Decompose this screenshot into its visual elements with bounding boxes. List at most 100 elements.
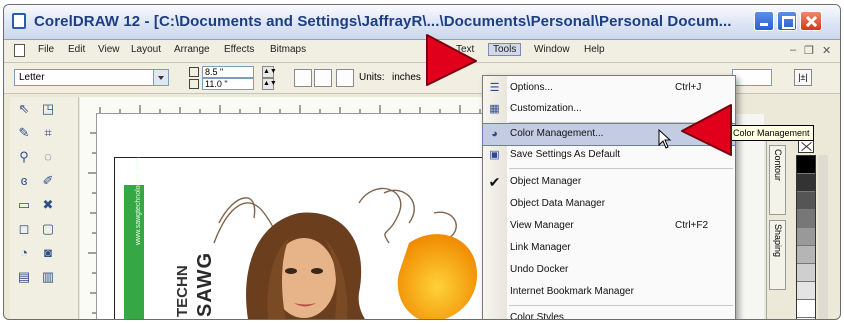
menu-item-options-label: Options... (510, 82, 553, 93)
menu-item-undo-docker[interactable]: Undo Docker (483, 260, 735, 281)
coreldraw-window: CorelDRAW 12 - [C:\Documents and Setting… (3, 4, 841, 320)
swatch-gray-70[interactable] (797, 192, 815, 210)
menu-edit[interactable]: Edit (68, 44, 85, 55)
page-width-icon (189, 67, 199, 77)
docker-tab-shaping[interactable]: Shaping (769, 220, 786, 290)
toolbox: ⇖ ◳ ✎ ⌗ ⚲ ◌ ɞ ✐ ▭ ✖ ◻ ▢ ◔ ◙ ▤ ▥ (10, 97, 79, 319)
menu-item-object-data-manager[interactable]: Object Data Manager (483, 194, 735, 215)
freehand-tool-icon[interactable]: ✎ (16, 125, 32, 141)
swatch-white[interactable] (797, 300, 815, 318)
menu-item-object-manager[interactable]: ✔ Object Manager (483, 172, 735, 193)
menu-arrange[interactable]: Arrange (174, 44, 210, 55)
red-arrow-pointing-color-management-icon (681, 104, 732, 156)
swatch-gray-10[interactable] (797, 282, 815, 300)
shape-tool-icon[interactable]: ◳ (40, 101, 56, 117)
menu-file[interactable]: File (38, 44, 54, 55)
swatch-gray-40[interactable] (797, 228, 815, 246)
interactive-tool-icon[interactable]: ◙ (40, 245, 56, 261)
coreldraw-app-icon[interactable] (12, 13, 26, 29)
menu-item-object-manager-label: Object Manager (510, 176, 582, 187)
menu-tools[interactable]: Tools (487, 43, 522, 56)
save-settings-icon: ▣ (489, 149, 500, 161)
swatch-gray-50[interactable] (797, 210, 815, 228)
document-minimize-icon[interactable]: – (790, 44, 796, 56)
menu-item-object-data-manager-label: Object Data Manager (510, 198, 606, 209)
menu-help[interactable]: Help (584, 44, 605, 55)
swatch-gray-90[interactable] (797, 174, 815, 192)
text-tool-icon[interactable]: ◔ (16, 245, 32, 261)
portrait-button[interactable] (294, 69, 312, 87)
menu-layout[interactable]: Layout (131, 44, 161, 55)
artistic-media-icon[interactable]: ✐ (40, 173, 56, 189)
page-width-field[interactable]: 8.5 " (202, 66, 254, 78)
chevron-down-icon[interactable] (153, 70, 168, 85)
menu-item-undo-docker-label: Undo Docker (510, 264, 569, 275)
units-label: Units: (359, 72, 385, 83)
rectangle-tool-icon[interactable]: ▭ (16, 197, 32, 213)
landscape-button[interactable] (314, 69, 332, 87)
maximize-button[interactable] (777, 11, 797, 31)
pick-tool-icon[interactable]: ⇖ (16, 101, 32, 117)
minimize-button[interactable] (754, 11, 774, 31)
artwork-photo[interactable] (209, 183, 479, 320)
height-spinner[interactable]: ▲▼ (262, 78, 277, 90)
swatch-gray-30[interactable] (797, 246, 815, 264)
curve-tool-icon[interactable]: ɞ (16, 173, 32, 189)
basic-shapes-icon[interactable]: ▢ (40, 221, 56, 237)
artwork-brand-subtitle: TECHN (174, 265, 191, 317)
menu-view[interactable]: View (98, 44, 120, 55)
nudge-field[interactable] (732, 69, 772, 86)
window-title: CorelDRAW 12 - [C:\Documents and Setting… (34, 13, 732, 30)
outline-tool-icon[interactable]: ▥ (40, 269, 56, 285)
paper-size-dropdown[interactable]: Letter (14, 69, 169, 86)
menu-item-internet-bookmark-label: Internet Bookmark Manager (510, 286, 634, 297)
menu-item-view-manager-label: View Manager (510, 220, 574, 231)
mouse-pointer-icon (658, 129, 672, 149)
document-icon[interactable] (14, 44, 25, 57)
menu-effects[interactable]: Effects (224, 44, 254, 55)
zoom-tool-icon[interactable]: ⚲ (16, 149, 32, 165)
menu-bitmaps[interactable]: Bitmaps (270, 44, 306, 55)
menu-item-save-settings-label: Save Settings As Default (510, 149, 621, 160)
document-restore-icon[interactable]: ❐ (804, 44, 814, 57)
menu-item-color-styles[interactable]: Color Styles (483, 308, 735, 319)
docker-tab-shaping-label: Shaping (773, 224, 783, 258)
horizontal-ruler[interactable] (80, 97, 500, 114)
menu-item-link-manager[interactable]: Link Manager (483, 238, 735, 259)
menu-window[interactable]: Window (534, 44, 570, 55)
menu-item-options[interactable]: ☰ Options... Ctrl+J (483, 78, 735, 99)
docker-tab-contour[interactable]: Contour (769, 145, 786, 215)
page-settings-button[interactable] (336, 69, 354, 87)
eyedropper-tool-icon[interactable]: ▤ (16, 269, 32, 285)
paper-size-value: Letter (19, 72, 45, 83)
menu-item-customization-label: Customization... (510, 103, 582, 114)
document-close-icon[interactable]: ✕ (822, 44, 831, 57)
crop-tool-icon[interactable]: ⌗ (40, 125, 56, 141)
swatch-black[interactable] (797, 156, 815, 174)
red-arrow-pointing-tools-icon (426, 34, 477, 86)
page-height-field[interactable]: 11.0 " (202, 78, 254, 90)
menu-item-internet-bookmark-manager[interactable]: Internet Bookmark Manager (483, 282, 735, 303)
menu-item-options-shortcut: Ctrl+J (675, 82, 702, 93)
artwork-vertical-url: www.sawgtechnologies.com (135, 157, 142, 245)
palette-scrollbar[interactable] (818, 155, 828, 319)
options-icon: ☰ (489, 82, 500, 94)
menu-separator (509, 168, 733, 169)
width-spinner[interactable]: ▲▼ (262, 66, 277, 78)
close-button[interactable] (800, 11, 822, 31)
swatch-gray-20[interactable] (797, 264, 815, 282)
menu-item-color-management-label: Color Management... (510, 128, 604, 139)
menu-item-link-manager-label: Link Manager (510, 242, 571, 253)
units-dropdown[interactable]: inches (392, 72, 421, 83)
smart-fill-icon[interactable]: ◌ (40, 149, 56, 165)
vertical-ruler[interactable] (80, 113, 97, 319)
color-palette (796, 155, 816, 319)
menu-item-view-manager[interactable]: View Manager Ctrl+F2 (483, 216, 735, 237)
docker-tab-contour-label: Contour (773, 149, 783, 182)
vertical-ruler-ticks (88, 132, 96, 314)
polygon-tool-icon[interactable]: ◻ (16, 221, 32, 237)
page-height-icon (189, 79, 199, 89)
no-color-swatch[interactable] (798, 140, 814, 153)
duplicate-distance-button[interactable]: |±| (794, 69, 812, 86)
ellipse-tool-icon[interactable]: ✖ (40, 197, 56, 213)
